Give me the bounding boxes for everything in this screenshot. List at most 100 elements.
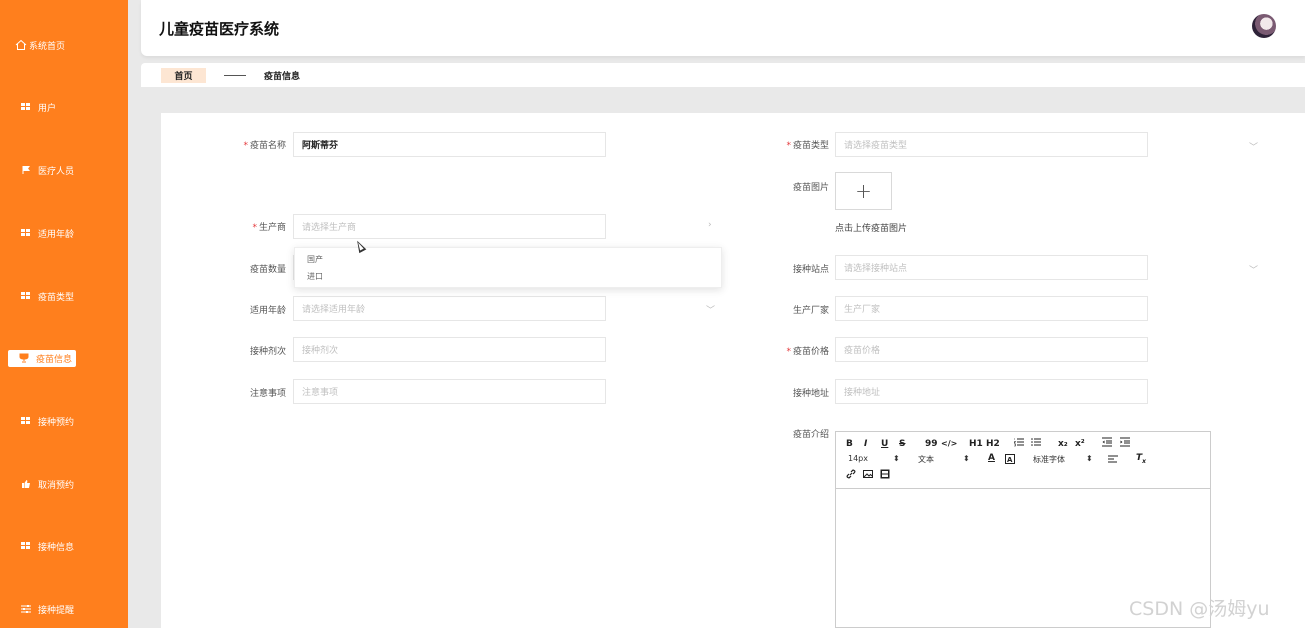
link-icon[interactable]	[846, 469, 856, 482]
sidebar-item-applicable-age[interactable]: 适用年龄	[0, 223, 128, 243]
svg-text:A: A	[1007, 456, 1013, 464]
sidebar-item-label: 用户	[38, 103, 57, 114]
intro-label: 疫苗介绍	[792, 430, 829, 440]
upload-tip: 点击上传疫苗图片	[835, 224, 908, 234]
subscript-button[interactable]: x₂	[1058, 439, 1068, 449]
price-label: * 疫苗价格	[786, 347, 829, 357]
notes-label: 注意事项	[249, 389, 286, 399]
sidebar-item-label: 医疗人员	[38, 166, 75, 177]
breadcrumb-current: 疫苗信息	[264, 72, 301, 82]
sidebar-item-medical-staff[interactable]: 医疗人员	[0, 160, 128, 180]
outdent-icon[interactable]	[1102, 437, 1112, 450]
dropdown-option-domestic[interactable]: 国产	[307, 254, 323, 265]
cup-icon	[18, 352, 30, 364]
align-icon[interactable]	[1108, 454, 1118, 467]
notes-input[interactable]: 注意事项	[293, 379, 606, 404]
font-color-icon[interactable]: A	[988, 453, 995, 463]
vaccine-name-input[interactable]: 阿斯蒂芬	[293, 132, 606, 157]
strike-button[interactable]: S	[899, 439, 905, 449]
factory-label: 生产厂家	[792, 306, 829, 316]
age-label: 适用年龄	[249, 306, 286, 316]
h2-button[interactable]: H2	[986, 439, 1000, 449]
address-label: 接种地址	[792, 389, 829, 399]
breadcrumb-home[interactable]: 首页	[161, 68, 206, 83]
sidebar-item-label: 接种预约	[38, 417, 75, 428]
sliders-icon	[20, 603, 32, 615]
font-family-select[interactable]: 标准字体	[1033, 454, 1065, 465]
doses-input[interactable]: 接种剂次	[293, 337, 606, 362]
avatar[interactable]	[1252, 14, 1276, 38]
superscript-button[interactable]: x²	[1075, 439, 1085, 449]
breadcrumb-separator	[224, 75, 246, 76]
h1-button[interactable]: H1	[969, 439, 983, 449]
sidebar-item-label: 适用年龄	[38, 229, 75, 240]
age-select[interactable]: 请选择适用年龄	[293, 296, 606, 321]
video-icon[interactable]	[880, 469, 890, 482]
indent-icon[interactable]	[1120, 437, 1130, 450]
background-color-icon[interactable]: A	[1005, 454, 1015, 467]
manufacturer-dropdown: 国产 进口	[294, 247, 722, 288]
vaccine-name-label: * 疫苗名称	[243, 141, 286, 151]
sidebar-item-label: 疫苗信息	[36, 354, 73, 365]
sidebar-item-vaccine-type[interactable]: 疫苗类型	[0, 286, 128, 306]
sidebar-item-appointment[interactable]: 接种预约	[0, 411, 128, 431]
chevron-down-icon: ﹀	[1249, 266, 1259, 276]
upload-button[interactable]: +	[835, 172, 892, 210]
underline-button[interactable]: U	[881, 439, 888, 449]
sidebar-item-cancel-appointment[interactable]: 取消预约	[0, 474, 128, 494]
bullet-list-icon[interactable]	[1031, 437, 1041, 450]
active-pill: 疫苗信息	[8, 349, 77, 367]
text-style-select[interactable]: 文本	[918, 454, 934, 465]
sidebar-item-reminder[interactable]: 接种提醒	[0, 599, 128, 619]
doses-label: 接种剂次	[249, 347, 286, 357]
manufacturer-select[interactable]: 请选择生产商	[293, 214, 606, 239]
chevron-down-icon: ﹀	[1249, 143, 1259, 153]
sidebar: 系统首页 用户 医疗人员 适用年龄 疫苗类型 疫苗信息 接种预约 取消预约 接种…	[0, 0, 128, 628]
manufacturer-label: * 生产商	[252, 223, 286, 233]
top-header: 儿童疫苗医疗系统	[141, 0, 1305, 56]
vaccine-image-label: 疫苗图片	[792, 183, 829, 193]
sidebar-item-label: 疫苗类型	[38, 292, 75, 303]
select-arrows-icon: ⬍	[1086, 454, 1093, 463]
sidebar-item-vaccination-info[interactable]: 接种信息	[0, 536, 128, 556]
quote-button[interactable]: 99	[925, 439, 938, 449]
price-input[interactable]: 疫苗价格	[835, 337, 1148, 362]
select-arrows-icon: ⬍	[893, 454, 900, 463]
watermark: CSDN @汤姆yu	[1129, 598, 1270, 620]
chevron-right-icon: ›	[708, 220, 712, 230]
vaccine-type-label: * 疫苗类型	[786, 141, 829, 151]
quantity-label: 疫苗数量	[249, 265, 286, 275]
image-icon[interactable]	[863, 469, 873, 482]
sidebar-item-label: 接种信息	[38, 542, 75, 553]
bold-button[interactable]: B	[846, 439, 853, 449]
font-size-select[interactable]: 14px	[848, 454, 868, 463]
home-icon	[15, 39, 27, 51]
code-button[interactable]: </>	[941, 439, 957, 448]
address-input[interactable]: 接种地址	[835, 379, 1148, 404]
sidebar-item-vaccine-info[interactable]: 疫苗信息	[0, 348, 128, 368]
grid-icon	[20, 290, 32, 302]
vaccine-type-select[interactable]: 请选择疫苗类型	[835, 132, 1148, 157]
sidebar-item-label: 接种提醒	[38, 605, 75, 616]
select-arrows-icon: ⬍	[963, 454, 970, 463]
sidebar-item-label: 取消预约	[38, 480, 75, 491]
app-title: 儿童疫苗医疗系统	[159, 20, 280, 38]
sidebar-item-users[interactable]: 用户	[0, 97, 128, 117]
dropdown-option-imported[interactable]: 进口	[307, 271, 323, 282]
breadcrumb: 首页 疫苗信息	[141, 63, 1305, 87]
sidebar-item-home[interactable]: 系统首页	[0, 35, 128, 55]
factory-input[interactable]: 生产厂家	[835, 296, 1148, 321]
ordered-list-icon[interactable]	[1013, 437, 1024, 450]
chevron-down-icon: ﹀	[706, 306, 716, 316]
grid-icon	[20, 227, 32, 239]
italic-button[interactable]: I	[864, 439, 867, 449]
flag-icon	[20, 164, 32, 176]
grid-icon	[20, 540, 32, 552]
grid-icon	[20, 101, 32, 113]
editor-toolbar: B I U S 99 </> H1 H2 x₂ x² 14px ⬍ 文本 ⬍ A…	[836, 432, 1210, 489]
grid-icon	[20, 415, 32, 427]
station-label: 接种站点	[792, 265, 829, 275]
station-select[interactable]: 请选择接种站点	[835, 255, 1148, 280]
clear-format-icon[interactable]: Tx	[1136, 453, 1146, 465]
sidebar-item-label: 系统首页	[29, 41, 66, 52]
